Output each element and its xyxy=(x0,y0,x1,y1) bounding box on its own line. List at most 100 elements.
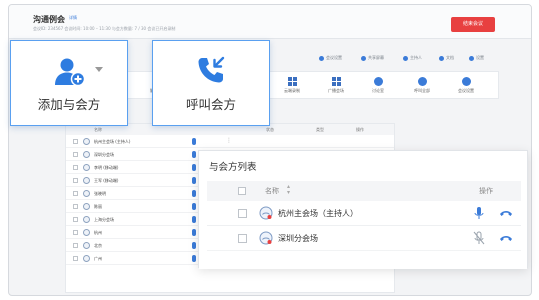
sort-icon[interactable]: ▴ ▾ xyxy=(287,184,290,196)
host-icon xyxy=(403,55,408,61)
toolbar-label: 广播会场 xyxy=(328,88,344,93)
participant-name: 张晓明 xyxy=(94,191,106,196)
add-participant-card[interactable]: 添加与会方 xyxy=(10,40,128,126)
row-checkbox[interactable] xyxy=(73,217,78,222)
add-participant-label: 添加与会方 xyxy=(37,97,101,112)
avatar xyxy=(83,255,90,262)
toolbar-button[interactable]: 会议设置 xyxy=(458,77,474,94)
toolbar-label: 会议设置 xyxy=(458,88,474,93)
toolbar-button[interactable]: 云端录制 xyxy=(284,77,300,94)
phone-incoming-icon xyxy=(198,56,225,83)
call-participant-label: 呼叫会方 xyxy=(185,97,236,112)
table-row[interactable]: 杭州主会场 (主持人) ⋮ xyxy=(66,135,394,148)
toolbar-top-item[interactable]: 主持人 xyxy=(403,55,422,61)
toolbar-button[interactable]: 呼叫全部 xyxy=(414,77,430,94)
row-checkbox[interactable] xyxy=(73,139,78,144)
toolbar-top-item[interactable]: 会议设置 xyxy=(319,55,342,61)
column-header: 类型 xyxy=(316,127,324,132)
column-header: 名称 xyxy=(94,127,102,132)
row-checkbox[interactable] xyxy=(238,234,247,243)
avatar xyxy=(83,177,90,184)
end-conference-button[interactable]: 结束会议 xyxy=(451,17,495,32)
more-icon[interactable]: ⋮ xyxy=(226,137,232,144)
toolbar-top-item[interactable]: 文档 xyxy=(439,55,454,61)
mic-icon[interactable] xyxy=(192,229,196,236)
mic-icon[interactable] xyxy=(192,203,196,210)
document-icon xyxy=(439,55,444,61)
top-toolbar: 会议设置 共享屏幕 主持人 文档 设置 xyxy=(309,55,529,65)
column-header: 状态 xyxy=(266,127,274,132)
row-checkbox[interactable] xyxy=(73,152,78,157)
participant-avatar-icon xyxy=(259,231,273,245)
row-checkbox[interactable] xyxy=(238,209,247,218)
table-row[interactable]: 杭州主会场（主持人） xyxy=(207,201,521,226)
grid-icon xyxy=(331,77,341,86)
participant-avatar-icon xyxy=(259,206,273,220)
participant-name: 上海分会场 xyxy=(94,217,114,222)
avatar xyxy=(83,190,90,197)
settings-icon xyxy=(319,55,324,61)
participant-name: 陈丽 xyxy=(94,204,102,209)
column-header-name: 名称 xyxy=(265,187,279,195)
mic-icon[interactable] xyxy=(192,255,196,262)
hangup-icon[interactable] xyxy=(499,234,513,242)
conference-header: 沟通例会 详情 会议ID: 234567 会议时间: 10:00 – 11:30… xyxy=(9,5,531,39)
call-participant-card[interactable]: 呼叫会方 xyxy=(152,40,270,126)
mic-icon[interactable] xyxy=(192,151,196,158)
row-checkbox[interactable] xyxy=(73,243,78,248)
mic-muted-icon[interactable] xyxy=(473,231,485,245)
row-checkbox[interactable] xyxy=(73,230,78,235)
gear-icon xyxy=(461,77,471,86)
toolbar-button[interactable]: 讨论室 xyxy=(372,77,384,94)
column-header-actions: 操作 xyxy=(479,187,493,195)
screen-share-icon xyxy=(361,55,366,61)
toolbar-label: 云端录制 xyxy=(284,88,300,93)
hangup-icon[interactable] xyxy=(499,209,513,217)
panel-fade-overlay xyxy=(199,247,527,269)
participant-name: 杭州主会场（主持人） xyxy=(278,209,358,218)
participant-name: 广州 xyxy=(94,256,102,261)
add-user-icon xyxy=(55,58,86,87)
column-header: 操作 xyxy=(356,127,364,132)
toolbar-top-label: 设置 xyxy=(476,55,484,60)
toolbar-top-label: 共享屏幕 xyxy=(368,55,384,60)
avatar xyxy=(83,203,90,210)
details-link[interactable]: 详情 xyxy=(69,15,77,21)
mic-icon[interactable] xyxy=(192,190,196,197)
row-checkbox[interactable] xyxy=(73,178,78,183)
avatar xyxy=(83,242,90,249)
row-checkbox[interactable] xyxy=(73,256,78,261)
table-header: 名称 ▴ ▾ 操作 xyxy=(207,181,521,201)
toolbar-top-item[interactable]: 共享屏幕 xyxy=(361,55,384,61)
gear-icon xyxy=(469,55,474,61)
mic-icon[interactable] xyxy=(192,138,196,145)
toolbar-button[interactable]: 广播会场 xyxy=(328,77,344,94)
avatar xyxy=(83,216,90,223)
discussion-icon xyxy=(373,77,383,86)
row-checkbox[interactable] xyxy=(73,204,78,209)
mic-icon[interactable] xyxy=(473,206,485,220)
mic-icon[interactable] xyxy=(192,177,196,184)
participant-name: 北京 xyxy=(94,243,102,248)
panel-title: 与会方列表 xyxy=(209,162,257,173)
toolbar-top-label: 主持人 xyxy=(410,55,422,60)
chevron-down-icon[interactable] xyxy=(95,67,103,72)
mic-icon[interactable] xyxy=(192,216,196,223)
participant-name: 李明 (移动端) xyxy=(94,165,119,170)
mic-icon[interactable] xyxy=(192,242,196,249)
participant-name: 杭州 xyxy=(94,230,102,235)
avatar xyxy=(83,229,90,236)
avatar xyxy=(83,138,90,145)
avatar xyxy=(83,164,90,171)
select-all-checkbox[interactable] xyxy=(238,187,246,195)
page-title: 沟通例会 xyxy=(33,15,65,24)
call-all-icon xyxy=(417,77,427,86)
avatar xyxy=(83,151,90,158)
participant-name: 深圳分会场 xyxy=(94,152,114,157)
row-checkbox[interactable] xyxy=(73,191,78,196)
mic-icon[interactable] xyxy=(192,164,196,171)
participant-list-panel: 与会方列表 名称 ▴ ▾ 操作 杭州主会场（主持人） 深圳分会场 xyxy=(198,150,528,269)
toolbar-top-item[interactable]: 设置 xyxy=(469,55,484,61)
row-checkbox[interactable] xyxy=(73,165,78,170)
toolbar-top-label: 文档 xyxy=(446,55,454,60)
